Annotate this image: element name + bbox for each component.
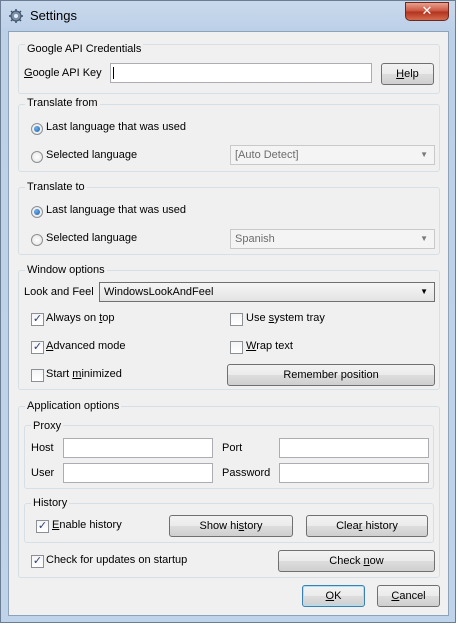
translate-from-last-used-label: Last language that was used (46, 121, 187, 133)
use-system-tray-checkbox[interactable] (230, 313, 243, 326)
cancel-button[interactable]: Cancel (377, 585, 440, 607)
proxy-port-label: Port (222, 442, 243, 454)
proxy-password-label: Password (222, 467, 271, 479)
help-button[interactable]: Help (381, 63, 434, 85)
proxy-host-input[interactable] (63, 438, 213, 458)
use-system-tray-label: Use system tray (246, 312, 325, 324)
translate-to-language-select[interactable]: Spanish ▼ (230, 229, 435, 249)
window-title: Settings (30, 8, 77, 23)
history-legend: History (31, 497, 70, 509)
application-options-legend: Application options (25, 400, 122, 412)
chevron-down-icon: ▼ (420, 150, 428, 159)
window-options-legend: Window options (25, 264, 107, 276)
check-updates-checkbox[interactable]: ✓ (31, 555, 44, 568)
translate-from-selected-label: Selected language (46, 149, 138, 161)
dialog-content: Google API Credentials Google API Key He… (8, 31, 449, 616)
close-button[interactable]: ✕ (405, 2, 449, 21)
check-updates-label: Check for updates on startup (46, 554, 188, 566)
api-key-input[interactable] (110, 63, 372, 83)
always-on-top-label: Always on top (46, 312, 115, 324)
translate-to-last-used-radio[interactable] (31, 206, 43, 218)
look-and-feel-label: Look and Feel (24, 286, 94, 298)
checkmark-icon: ✓ (32, 313, 43, 325)
show-history-button[interactable]: Show history (169, 515, 293, 537)
look-and-feel-select[interactable]: WindowsLookAndFeel ▼ (99, 282, 435, 302)
close-icon: ✕ (421, 3, 433, 18)
proxy-user-label: User (31, 467, 55, 479)
enable-history-checkbox[interactable]: ✓ (36, 520, 49, 533)
title-bar[interactable]: Settings ✕ (1, 1, 457, 31)
translate-to-selected-label: Selected language (46, 232, 138, 244)
checkmark-icon: ✓ (32, 555, 43, 567)
chevron-down-icon: ▼ (420, 234, 428, 243)
checkmark-icon: ✓ (32, 341, 43, 353)
ok-button[interactable]: OK (302, 585, 365, 607)
api-key-label: Google API Key (24, 67, 102, 79)
start-minimized-checkbox[interactable] (31, 369, 44, 382)
proxy-port-input[interactable] (279, 438, 429, 458)
translate-from-last-used-radio[interactable] (31, 123, 43, 135)
checkmark-icon: ✓ (37, 520, 48, 532)
credentials-legend: Google API Credentials (25, 43, 144, 55)
advanced-mode-label: Advanced mode (46, 340, 126, 352)
translate-to-legend: Translate to (25, 181, 87, 193)
start-minimized-label: Start minimized (46, 368, 122, 380)
settings-window: Settings ✕ Google API Credentials Google… (0, 0, 456, 623)
always-on-top-checkbox[interactable]: ✓ (31, 313, 44, 326)
look-and-feel-value: WindowsLookAndFeel (104, 286, 214, 298)
wrap-text-checkbox[interactable] (230, 341, 243, 354)
enable-history-label: Enable history (52, 519, 122, 531)
translate-from-language-value: [Auto Detect] (235, 149, 299, 161)
proxy-host-label: Host (31, 442, 54, 454)
remember-position-button[interactable]: Remember position (227, 364, 435, 386)
chevron-down-icon: ▼ (420, 287, 428, 296)
translate-from-legend: Translate from (25, 97, 100, 109)
check-now-button[interactable]: Check now (278, 550, 435, 572)
proxy-password-input[interactable] (279, 463, 429, 483)
clear-history-button[interactable]: Clear history (306, 515, 428, 537)
translate-from-language-select[interactable]: [Auto Detect] ▼ (230, 145, 435, 165)
proxy-legend: Proxy (31, 420, 64, 432)
proxy-user-input[interactable] (63, 463, 213, 483)
app-icon (9, 9, 23, 23)
translate-to-last-used-label: Last language that was used (46, 204, 187, 216)
translate-from-selected-radio[interactable] (31, 151, 43, 163)
advanced-mode-checkbox[interactable]: ✓ (31, 341, 44, 354)
translate-to-language-value: Spanish (235, 233, 275, 245)
text-cursor (113, 67, 114, 79)
translate-to-selected-radio[interactable] (31, 234, 43, 246)
wrap-text-label: Wrap text (246, 340, 293, 352)
